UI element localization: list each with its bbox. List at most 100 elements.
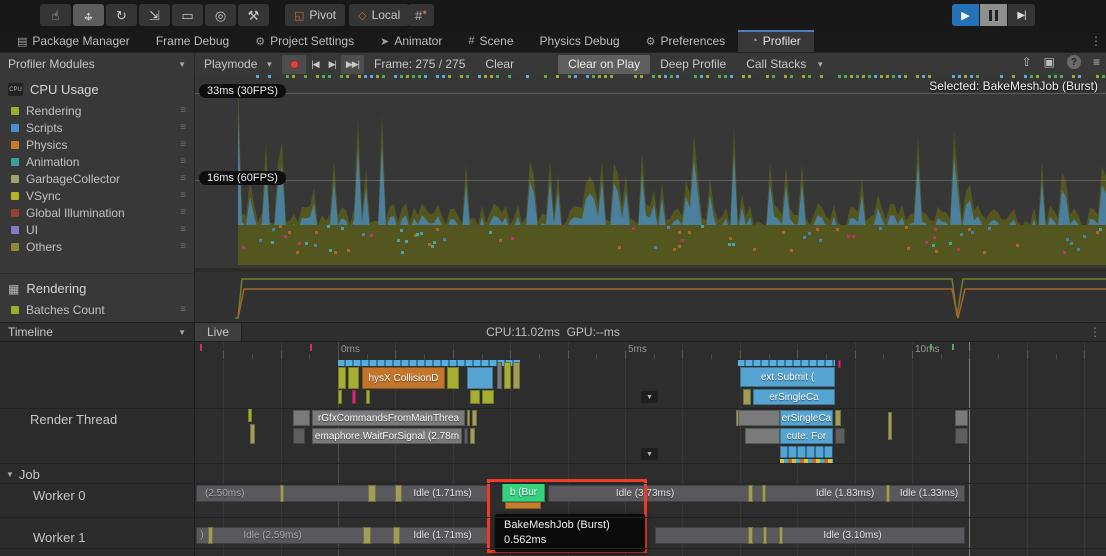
live-toggle-button[interactable]: Live bbox=[195, 323, 243, 341]
timeline-sample[interactable] bbox=[467, 410, 470, 426]
timeline-sample[interactable] bbox=[447, 367, 459, 389]
clear-on-play-toggle[interactable]: Clear on Play bbox=[558, 54, 651, 74]
help-icon[interactable]: ? bbox=[1066, 55, 1081, 69]
legend-color-swatch[interactable] bbox=[11, 157, 19, 166]
drag-handle-icon[interactable]: ≡ bbox=[180, 156, 194, 167]
clear-button[interactable]: Clear bbox=[475, 55, 524, 74]
timeline-sample[interactable] bbox=[248, 408, 252, 422]
cpu-usage-module-header[interactable]: CPU CPU Usage bbox=[0, 75, 194, 102]
first-frame-button[interactable]: |◀ bbox=[306, 55, 323, 74]
timeline-sample[interactable] bbox=[368, 485, 376, 502]
timeline-sample[interactable] bbox=[955, 428, 968, 444]
timeline-view-dropdown[interactable]: Timeline ▼ bbox=[0, 323, 195, 341]
thread-label-job[interactable]: ▼ Job bbox=[6, 467, 40, 482]
save-profile-icon[interactable]: ▣ bbox=[1044, 55, 1055, 69]
timeline-sample[interactable] bbox=[745, 428, 780, 444]
drag-handle-icon[interactable]: ≡ bbox=[180, 139, 194, 150]
custom-tools-button[interactable]: ⚒ bbox=[238, 4, 269, 26]
timeline-canvas[interactable]: BakeMeshJob (Burst) 0.562ms 0ms 5ms 10ms hy… bbox=[0, 342, 1106, 556]
legend-color-swatch[interactable] bbox=[11, 242, 19, 251]
tab-profiler[interactable]: ◔ Profiler bbox=[738, 30, 814, 52]
timeline-sample-ext-submit[interactable]: ext.Submit ( bbox=[740, 367, 835, 387]
collapse-group-button[interactable]: ▼ bbox=[641, 448, 658, 460]
legend-item-ui[interactable]: UI ≡ bbox=[0, 221, 194, 238]
timeline-sample[interactable] bbox=[835, 428, 845, 444]
timeline-sample[interactable] bbox=[352, 390, 356, 404]
legend-color-swatch[interactable] bbox=[11, 123, 19, 132]
playmode-dropdown[interactable]: Playmode ▼ bbox=[195, 53, 282, 75]
timeline-menu-icon[interactable]: ⋮ bbox=[1089, 325, 1101, 339]
legend-item-garbagecollector[interactable]: GarbageCollector ≡ bbox=[0, 170, 194, 187]
deep-profile-toggle[interactable]: Deep Profile bbox=[650, 55, 736, 74]
timeline-sample[interactable] bbox=[762, 485, 766, 502]
play-button[interactable]: ▶ bbox=[952, 4, 979, 26]
timeline-sample[interactable] bbox=[393, 527, 400, 544]
tab-physics-debug[interactable]: Physics Debug bbox=[527, 30, 633, 52]
transform-tool-button[interactable]: ◎ bbox=[205, 4, 236, 26]
hand-tool-button[interactable]: ☝ bbox=[40, 4, 71, 26]
tab-preferences[interactable]: ⚙ Preferences bbox=[633, 30, 739, 52]
tab-scene[interactable]: # Scene bbox=[455, 30, 526, 52]
timeline-sample[interactable] bbox=[338, 390, 342, 404]
drag-handle-icon[interactable]: ≡ bbox=[180, 207, 194, 218]
legend-color-swatch[interactable] bbox=[11, 106, 19, 115]
timeline-sample[interactable] bbox=[838, 360, 841, 368]
call-stacks-toggle[interactable]: Call Stacks bbox=[736, 55, 816, 74]
timeline-sample[interactable] bbox=[338, 360, 520, 366]
step-button[interactable]: ▶| bbox=[1008, 4, 1035, 26]
timeline-sample-cute-for[interactable]: cute: For bbox=[780, 428, 833, 444]
timeline-sample[interactable] bbox=[363, 527, 371, 544]
timeline-sample[interactable] bbox=[780, 446, 833, 458]
timeline-sample[interactable] bbox=[497, 362, 502, 389]
timeline-sample[interactable] bbox=[513, 362, 520, 389]
pivot-toggle-button[interactable]: ◱ Pivot bbox=[285, 4, 346, 26]
next-frame-button[interactable]: ▶| bbox=[324, 55, 341, 74]
timeline-sample[interactable] bbox=[472, 410, 477, 426]
tab-project-settings[interactable]: ⚙ Project Settings bbox=[242, 30, 367, 52]
timeline-sample[interactable] bbox=[467, 367, 493, 389]
timeline-sample[interactable] bbox=[208, 527, 213, 544]
timeline-sample[interactable] bbox=[748, 527, 753, 544]
pause-button[interactable] bbox=[980, 4, 1007, 26]
timeline-sample[interactable] bbox=[250, 424, 255, 444]
timeline-sample[interactable] bbox=[470, 390, 480, 404]
legend-item-others[interactable]: Others ≡ bbox=[0, 238, 194, 255]
timeline-sample[interactable] bbox=[348, 367, 359, 389]
local-toggle-button[interactable]: ◇ Local bbox=[349, 4, 410, 26]
chevron-down-icon[interactable]: ▼ bbox=[816, 60, 824, 69]
collapse-group-button[interactable]: ▼ bbox=[641, 391, 658, 403]
drag-handle-icon[interactable]: ≡ bbox=[180, 122, 194, 133]
legend-color-swatch[interactable] bbox=[11, 174, 19, 183]
load-profile-icon[interactable]: ⇧ bbox=[1022, 55, 1032, 69]
timeline-sample[interactable] bbox=[738, 410, 780, 426]
legend-color-swatch[interactable] bbox=[11, 208, 19, 217]
legend-item-physics[interactable]: Physics ≡ bbox=[0, 136, 194, 153]
move-tool-button[interactable]: ↔ ↕ bbox=[73, 4, 104, 26]
legend-item-rendering[interactable]: Rendering ≡ bbox=[0, 102, 194, 119]
rendering-module-header[interactable]: ▦ Rendering bbox=[0, 274, 194, 301]
rendering-chart[interactable] bbox=[195, 272, 1106, 325]
timeline-sample-ersingleca[interactable]: erSingleCa bbox=[753, 389, 835, 405]
cpu-usage-chart[interactable] bbox=[195, 75, 1106, 271]
last-frame-button[interactable]: ▶▶| bbox=[340, 54, 365, 74]
legend-color-swatch[interactable] bbox=[11, 305, 19, 314]
timeline-sample-hysx-collisiond[interactable]: hysX CollisionD bbox=[362, 367, 445, 389]
timeline-sample-ersingleca[interactable]: erSingleCa bbox=[780, 410, 833, 426]
timeline-sample[interactable] bbox=[482, 390, 494, 404]
timeline-sample[interactable] bbox=[280, 485, 284, 502]
timeline-sample[interactable] bbox=[293, 410, 310, 426]
context-menu-icon[interactable]: ≡ bbox=[1093, 55, 1100, 69]
tab-animator[interactable]: ➤ Animator bbox=[367, 30, 455, 52]
timeline-sample[interactable] bbox=[748, 485, 753, 502]
legend-item-animation[interactable]: Animation ≡ bbox=[0, 153, 194, 170]
drag-handle-icon[interactable]: ≡ bbox=[180, 224, 194, 235]
tab-package-manager[interactable]: ▤ Package Manager bbox=[4, 30, 143, 52]
timeline-sample[interactable] bbox=[293, 428, 305, 444]
timeline-sample[interactable] bbox=[464, 428, 468, 444]
rect-tool-button[interactable]: ▭ bbox=[172, 4, 203, 26]
legend-color-swatch[interactable] bbox=[11, 140, 19, 149]
grid-snap-button[interactable]: #● bbox=[408, 4, 434, 26]
timeline-sample[interactable] bbox=[366, 390, 370, 404]
rotate-tool-button[interactable]: ↻ bbox=[106, 4, 137, 26]
timeline-sample[interactable] bbox=[888, 412, 892, 440]
